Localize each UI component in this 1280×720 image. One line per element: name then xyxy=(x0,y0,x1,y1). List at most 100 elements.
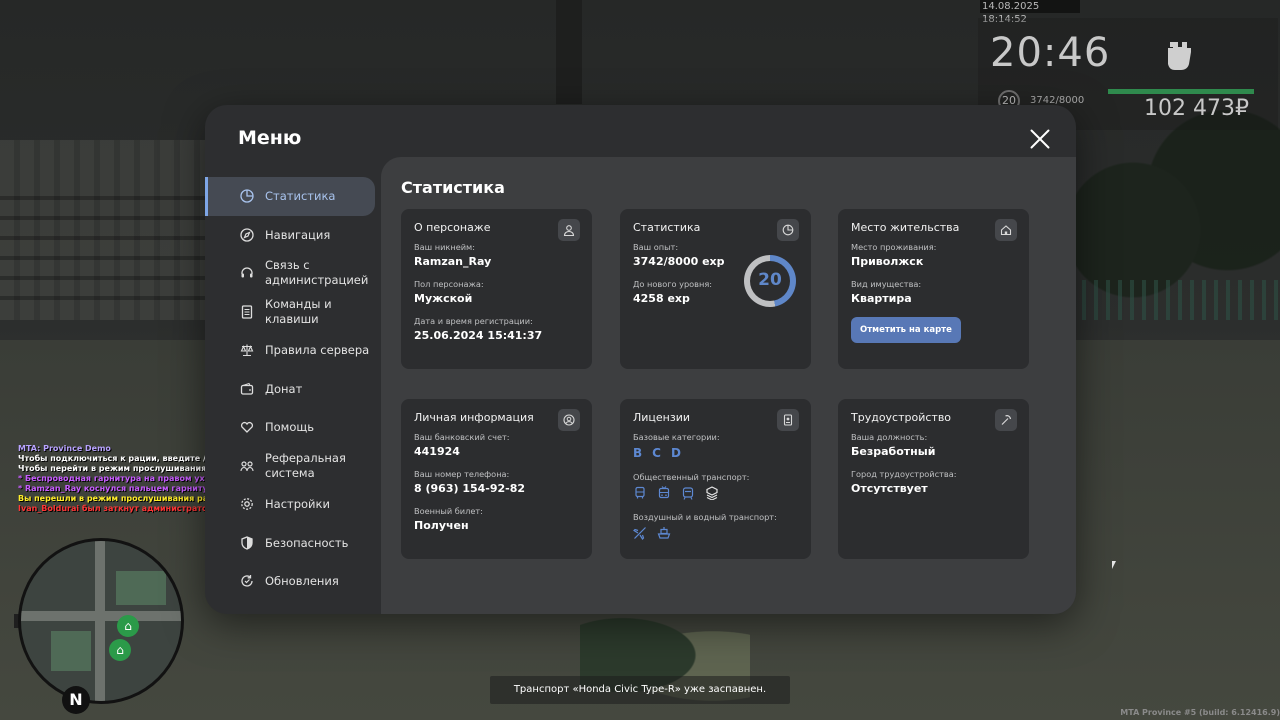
sidebar-item-settings[interactable]: Настройки xyxy=(205,485,381,524)
card-title: Личная информация xyxy=(414,411,534,424)
background-fence xyxy=(1070,280,1280,320)
nickname-value: Ramzan_Ray xyxy=(414,255,492,268)
north-icon: N xyxy=(62,686,90,714)
level-progress-ring: 20 xyxy=(744,255,796,307)
document-icon xyxy=(240,305,254,319)
sidebar-item-help[interactable]: Помощь xyxy=(205,408,381,447)
sidebar-item-label: Безопасность xyxy=(265,535,349,550)
scales-icon xyxy=(240,343,254,357)
exp-label: Ваш опыт: xyxy=(633,242,679,252)
content-area: Статистика О персонаже Ваш никнейм: Ramz… xyxy=(381,157,1076,614)
bank-account-label: Ваш банковский счет: xyxy=(414,432,510,442)
license-category: B xyxy=(633,446,643,460)
hud-money: 102 473₽ xyxy=(1144,96,1249,121)
sidebar-nav: Статистика Навигация Связь с администрац… xyxy=(205,177,381,601)
sidebar-item-label: Донат xyxy=(265,381,303,396)
background-pole xyxy=(556,0,582,104)
hud-datetime: 14.08.2025 18:14:52 xyxy=(980,0,1080,25)
card-title: Лицензии xyxy=(633,411,691,424)
personal-info-card: Личная информация Ваш банковский счет: 4… xyxy=(401,399,592,559)
refresh-icon xyxy=(240,574,254,588)
home-icon xyxy=(995,219,1017,241)
sidebar-item-label: Реферальная система xyxy=(265,450,346,480)
licenses-card: Лицензии Базовые категории: B C D Общест… xyxy=(620,399,811,559)
menu-window: Меню Статистика Навигация Связь с админи… xyxy=(205,105,1076,614)
badge-icon xyxy=(705,486,719,500)
sidebar-item-rules[interactable]: Правила сервера xyxy=(205,331,381,370)
property-type-label: Вид имущества: xyxy=(851,279,922,289)
home-icon: ⌂ xyxy=(117,615,139,637)
sidebar-item-label: Настройки xyxy=(265,497,330,512)
job-position-value: Безработный xyxy=(851,445,936,458)
minimap-road xyxy=(95,541,105,701)
sidebar-item-label: Статистика xyxy=(265,189,336,204)
card-title: Статистика xyxy=(633,221,701,234)
property-type-value: Квартира xyxy=(851,292,912,305)
public-transport-label: Общественный транспорт: xyxy=(633,472,750,482)
pie-chart-icon xyxy=(777,219,799,241)
mark-on-map-button[interactable]: Отметить на карте xyxy=(851,317,961,343)
close-button[interactable] xyxy=(1029,128,1051,150)
build-info: MTA Province #5 (build: 6.12416.9) xyxy=(1120,708,1280,717)
residence-card: Место жительства Место проживания: Приво… xyxy=(838,209,1029,369)
license-categories: B C D xyxy=(633,446,798,460)
card-title: Трудоустройство xyxy=(851,411,952,424)
sidebar-item-referral[interactable]: Реферальная система xyxy=(205,447,381,486)
gender-label: Пол персонажа: xyxy=(414,279,484,289)
notification: Транспорт «Honda Civic Type-R» уже заспа… xyxy=(490,676,790,704)
page-title: Статистика xyxy=(401,178,505,197)
basic-categories-label: Базовые категории: xyxy=(633,432,720,442)
sidebar-item-label: Помощь xyxy=(265,420,315,435)
card-title: Место жительства xyxy=(851,221,960,234)
bus-icon xyxy=(633,486,647,500)
sidebar-item-label: Правила сервера xyxy=(265,343,370,358)
fist-icon xyxy=(1162,34,1196,74)
trolleybus-icon xyxy=(657,486,671,500)
headset-icon xyxy=(240,266,254,280)
sidebar-item-label: Обновления xyxy=(265,574,339,589)
sidebar-item-commands[interactable]: Команды и клавиши xyxy=(205,293,381,332)
mouse-cursor xyxy=(1112,561,1116,569)
residence-place-value: Приволжск xyxy=(851,255,924,268)
military-id-label: Военный билет: xyxy=(414,506,483,516)
public-transport-icons xyxy=(633,486,798,500)
registration-value: 25.06.2024 15:41:37 xyxy=(414,329,543,342)
license-category: D xyxy=(670,446,681,460)
tram-icon xyxy=(681,486,695,500)
sidebar-item-contact-admin[interactable]: Связь с администрацией xyxy=(205,254,381,293)
card-title: О персонаже xyxy=(414,221,491,234)
job-position-label: Ваша должность: xyxy=(851,432,928,442)
phone-value: 8 (963) 154-92-82 xyxy=(414,482,526,495)
sidebar-item-navigation[interactable]: Навигация xyxy=(205,216,381,255)
residence-place-label: Место проживания: xyxy=(851,242,937,252)
sidebar-item-updates[interactable]: Обновления xyxy=(205,562,381,601)
military-id-value: Получен xyxy=(414,519,469,532)
sidebar-item-label: Навигация xyxy=(265,227,331,242)
air-water-transport-label: Воздушный и водный транспорт: xyxy=(633,512,777,522)
bank-account-value: 441924 xyxy=(414,445,460,458)
level-number: 20 xyxy=(758,270,782,290)
air-water-transport-icons xyxy=(633,526,798,540)
minimap: ⌂ ⌂ xyxy=(18,538,184,704)
compass-icon xyxy=(240,228,254,242)
stats-card: Статистика Ваш опыт: 3742/8000 exp До но… xyxy=(620,209,811,369)
user-circle-icon xyxy=(558,409,580,431)
pie-chart-icon xyxy=(240,189,254,203)
heart-hand-icon xyxy=(240,420,254,434)
employment-card: Трудоустройство Ваша должность: Безработ… xyxy=(838,399,1029,559)
registration-label: Дата и время регистрации: xyxy=(414,316,533,326)
plane-icon xyxy=(633,526,647,540)
license-category: C xyxy=(652,446,661,460)
user-icon xyxy=(558,219,580,241)
shield-icon xyxy=(240,536,254,550)
pickaxe-icon xyxy=(995,409,1017,431)
job-city-value: Отсутствует xyxy=(851,482,928,495)
wallet-icon xyxy=(240,382,254,396)
minimap-area xyxy=(51,631,91,671)
sidebar-item-donate[interactable]: Донат xyxy=(205,370,381,409)
minimap-area xyxy=(116,571,166,605)
character-card: О персонаже Ваш никнейм: Ramzan_Ray Пол … xyxy=(401,209,592,369)
sidebar-item-statistics[interactable]: Статистика xyxy=(205,177,375,216)
background-building-windows xyxy=(0,180,205,300)
sidebar-item-security[interactable]: Безопасность xyxy=(205,524,381,563)
